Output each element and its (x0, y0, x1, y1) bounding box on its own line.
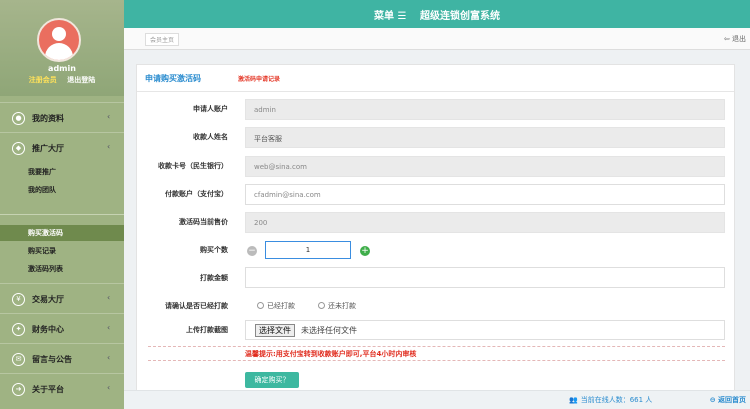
arrow-icon: ➜ (12, 383, 25, 396)
finance-icon: ✦ (12, 323, 25, 336)
divider (148, 360, 725, 361)
sidebar-item-label: 交易大厅 (32, 295, 64, 304)
footer: 👥 当前在线人数：661 人 ⊖ 返回首页 (124, 390, 750, 409)
divider (148, 346, 725, 347)
radio-circle-icon (257, 302, 264, 309)
plus-icon[interactable]: + (360, 246, 370, 256)
warning-text: 温馨提示:用支付宝转到收款账户即可,平台4小时内审核 (245, 350, 417, 358)
qty-label: 购买个数 (200, 246, 228, 254)
online-count: 👥 当前在线人数：661 人 (569, 396, 653, 404)
card-label: 收款卡号（民生银行） (158, 162, 228, 170)
pay-account-label: 付款账户（支付宝） (165, 190, 228, 198)
price-field: 200 (245, 212, 725, 233)
card-field: web@sina.com (245, 156, 725, 177)
share-icon: ◆ (12, 142, 25, 155)
applicant-label: 申请人账户 (193, 105, 228, 113)
tab-member-home[interactable]: 会员主页 (145, 33, 180, 46)
price-label: 激活码当前售价 (179, 218, 228, 226)
top-header: 菜单 ☰ 超级连锁创富系统 (124, 0, 750, 28)
radio-paid[interactable]: 已经打款 (257, 301, 295, 311)
logout-link[interactable]: 退出登陆 (67, 76, 95, 84)
page-title: 超级连锁创富系统 (419, 11, 500, 22)
menu-toggle[interactable]: 菜单 ☰ (374, 11, 406, 22)
quantity-input[interactable]: 1 (265, 241, 351, 259)
upload-label: 上传打款截图 (186, 326, 228, 334)
panel-title: 申请购买激活码 (145, 74, 201, 83)
home-link[interactable]: ⊖ 返回首页 (710, 395, 746, 405)
radio-unpaid[interactable]: 还未打款 (318, 301, 356, 311)
sidebar-item-label: 关于平台 (32, 385, 64, 394)
chevron-left-icon: ‹ (107, 383, 111, 392)
register-link[interactable]: 注册会员 (29, 76, 57, 84)
yen-icon: ¥ (12, 293, 25, 306)
sidebar-profile: admin 注册会员 退出登陆 (0, 0, 124, 96)
file-input[interactable]: 选择文件 未选择任何文件 (245, 320, 725, 340)
sidebar-item-about[interactable]: ➜ 关于平台 ‹ (0, 373, 124, 403)
user-icon: ● (12, 112, 25, 125)
payee-name-label: 收款人姓名 (193, 133, 228, 141)
back-icon: ⊖ (709, 396, 718, 404)
tab-bar: 会员主页 ⇦ 退出 (124, 28, 750, 50)
exit-button[interactable]: ⇦ 退出 (724, 34, 746, 44)
exit-icon: ⇦ (723, 35, 732, 43)
sidebar-sub-buy-code[interactable]: 购买激活码 (0, 225, 124, 241)
sidebar: admin 注册会员 退出登陆 ● 我的资料 ‹ ◆ 推广大厅 ‹ 我要推广 我… (0, 0, 124, 409)
amount-input[interactable] (245, 267, 725, 288)
radio-circle-icon (318, 302, 325, 309)
sidebar-item-label: 留言与公告 (32, 355, 72, 364)
submit-button[interactable]: 确定购买？ (245, 372, 299, 388)
sidebar-item-label: 推广大厅 (32, 144, 64, 153)
username: admin (48, 64, 76, 73)
amount-label: 打款金额 (200, 274, 228, 282)
chevron-left-icon: ‹ (107, 142, 111, 151)
sidebar-item-label: 我的资料 (32, 114, 64, 123)
sidebar-item-label: 财务中心 (32, 325, 64, 334)
avatar (37, 18, 81, 62)
message-icon: ✉ (12, 353, 25, 366)
confirm-label: 请确认是否已经打款 (165, 302, 228, 310)
record-link[interactable]: 激活码申请记录 (238, 74, 280, 83)
choose-file-button[interactable]: 选择文件 (255, 324, 295, 337)
pay-account-input[interactable]: cfadmin@sina.com (245, 184, 725, 205)
users-icon: 👥 (569, 396, 578, 404)
applicant-field: admin (245, 99, 725, 120)
chevron-left-icon: ‹ (107, 353, 111, 362)
file-name: 未选择任何文件 (301, 326, 357, 335)
sidebar-item-messages[interactable]: ✉ 留言与公告 ‹ (0, 343, 124, 373)
payee-name-field: 平台客服 (245, 127, 725, 148)
minus-icon[interactable]: − (247, 246, 257, 256)
